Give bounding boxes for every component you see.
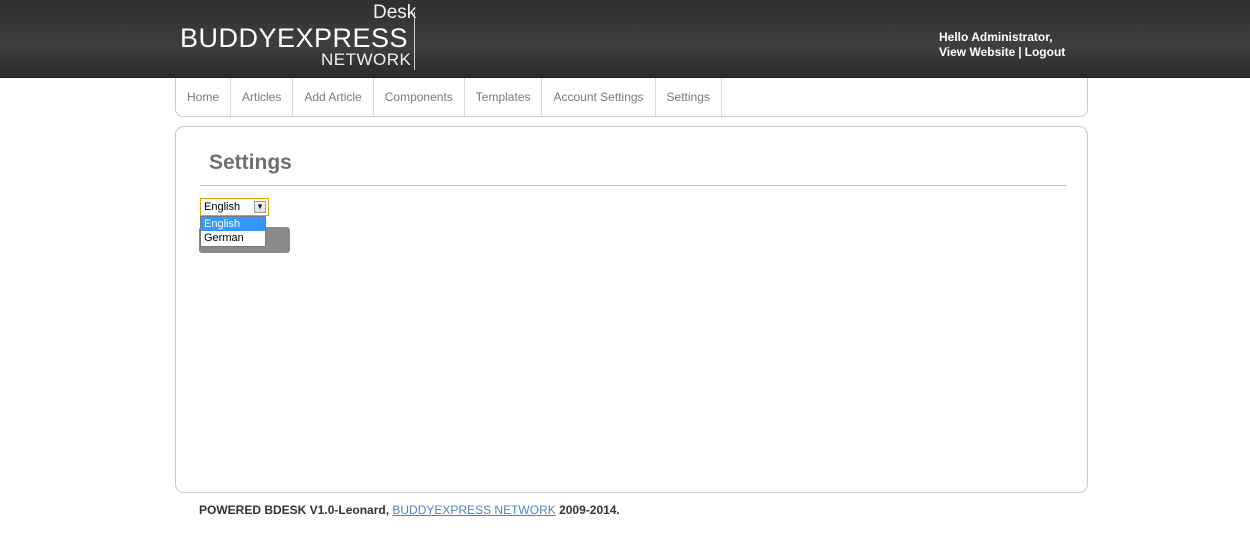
link-separator: | <box>1018 45 1022 59</box>
main-nav: Home Articles Add Article Components Tem… <box>175 78 1088 117</box>
language-dropdown-list: English German <box>200 216 266 247</box>
view-website-link[interactable]: View Website <box>939 45 1015 59</box>
nav-item-home[interactable]: Home <box>176 78 232 116</box>
footer-brand-link[interactable]: BUDDYEXPRESS NETWORK <box>392 503 555 517</box>
language-select-value: English <box>204 201 241 213</box>
logout-link[interactable]: Logout <box>1025 45 1066 59</box>
logo-desk-text: Desk <box>373 2 417 23</box>
nav-item-add-article[interactable]: Add Article <box>293 78 374 116</box>
top-header-bar: Desk BUDDYEXPRESS NETWORK Hello Administ… <box>0 0 1250 78</box>
logo-network-text: NETWORK <box>321 50 412 69</box>
language-option-english[interactable]: English <box>201 217 265 231</box>
title-divider <box>200 185 1067 186</box>
nav-item-settings[interactable]: Settings <box>656 78 722 116</box>
language-option-german[interactable]: German <box>201 231 265 245</box>
nav-item-components[interactable]: Components <box>374 78 465 116</box>
footer-prefix: POWERED BDESK V1.0-Leonard, <box>199 503 390 517</box>
nav-item-templates[interactable]: Templates <box>465 78 543 116</box>
user-greeting: Hello Administrator, <box>939 30 1053 44</box>
site-logo[interactable]: Desk BUDDYEXPRESS NETWORK <box>180 0 420 78</box>
footer-suffix: 2009-2014. <box>559 503 620 517</box>
chevron-down-icon[interactable]: ▼ <box>254 201 266 213</box>
nav-item-account-settings[interactable]: Account Settings <box>542 78 656 116</box>
logo-brand-text: BUDDYEXPRESS <box>180 23 409 53</box>
footer: POWERED BDESK V1.0-Leonard, BUDDYEXPRESS… <box>199 503 620 517</box>
page-title: Settings <box>209 151 292 174</box>
content-panel: Settings English ▼ English German <box>175 126 1088 493</box>
user-links: View Website | Logout <box>939 44 1065 60</box>
logo-divider <box>414 12 415 70</box>
language-select[interactable]: English ▼ <box>200 198 269 216</box>
nav-item-articles[interactable]: Articles <box>231 78 294 116</box>
